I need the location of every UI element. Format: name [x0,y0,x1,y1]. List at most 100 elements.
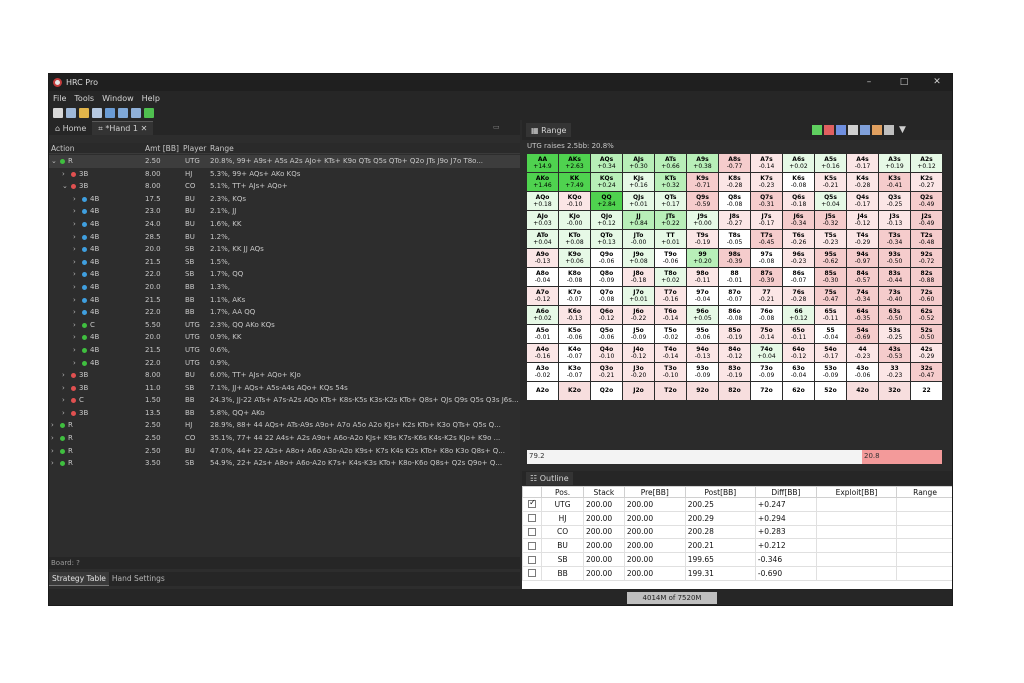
outline-row[interactable]: BU 200.00 200.00 200.21 +0.212 [521,538,952,554]
range-cell[interactable]: J6o -0.22 [623,306,654,324]
tree-row[interactable]: › R 3.50 SB 54.9%, 22+ A2s+ A8o+ A6o-A2o K7s… [49,457,520,470]
open-folder-icon[interactable] [79,107,89,118]
pane-minimize-icon[interactable]: ▭ [493,123,500,131]
range-cell[interactable]: KK +7.49 [559,173,590,191]
range-cell[interactable]: J4o -0.12 [623,344,654,362]
view-blank-icon[interactable] [848,125,858,135]
range-cell[interactable]: A5o -0.01 [527,325,558,343]
menu-help[interactable]: Help [142,94,160,103]
range-cell[interactable]: 94s -0.97 [847,249,878,267]
range-cell[interactable]: 98s -0.39 [719,249,750,267]
range-cell[interactable]: 83o -0.19 [719,363,750,381]
range-cell[interactable]: 85o -0.19 [719,325,750,343]
range-cell[interactable]: K6s -0.08 [783,173,814,191]
range-cell[interactable]: KTo +0.08 [559,230,590,248]
range-cell[interactable]: JTs +0.22 [655,211,686,229]
expand-chevron-icon[interactable]: › [73,359,76,367]
range-cell[interactable]: Q3s -0.25 [879,192,910,210]
outline-col-header[interactable]: Pre[BB] [623,486,686,498]
row-checkbox[interactable] [528,569,537,578]
outline-col-header[interactable]: Diff[BB] [754,486,817,498]
view-color-icon[interactable] [824,125,834,135]
outline-row[interactable]: BB 200.00 200.00 199.31 -0.690 [521,565,952,581]
range-cell[interactable]: 42s -0.29 [911,344,942,362]
range-cell[interactable]: A3s +0.19 [879,154,910,172]
range-cell[interactable]: Q7s -0.31 [751,192,782,210]
tab-outline[interactable]: ☷ Outline [526,471,573,485]
tree-row[interactable]: › 4B 21.5 BB 1.1%, AKs [49,294,520,307]
range-cell[interactable]: 65o -0.11 [783,325,814,343]
outline-col-header[interactable]: Post[BB] [684,486,756,498]
range-cell[interactable]: J2s -0.49 [911,211,942,229]
tab-range[interactable]: ▦ Range [526,123,572,137]
range-cell[interactable]: 72o [751,382,782,400]
view-mix-icon[interactable] [872,125,882,135]
range-cell[interactable]: A2o [527,382,558,400]
range-cell[interactable]: AKs +2.63 [559,154,590,172]
tree-row[interactable]: › 3B 8.00 BU 6.0%, TT+ AJs+ AQo+ KJo [49,369,520,382]
range-cell[interactable]: 64s -0.35 [847,306,878,324]
tree-row[interactable]: › 3B 11.0 SB 7.1%, JJ+ AQs+ A5s-A4s AQo+ KQs… [49,382,520,395]
range-cell[interactable]: KJo -0.00 [559,211,590,229]
range-cell[interactable]: K9s -0.71 [687,173,718,191]
expand-chevron-icon[interactable]: › [51,459,54,467]
range-cell[interactable]: A4s -0.17 [847,154,878,172]
range-cell[interactable]: Q9o -0.06 [591,249,622,267]
range-cell[interactable]: J2o [623,382,654,400]
range-cell[interactable]: Q2o [591,382,622,400]
range-cell[interactable]: Q6s -0.18 [783,192,814,210]
expand-chevron-icon[interactable]: › [51,421,54,429]
range-cell[interactable]: AA +14.9 [527,154,558,172]
outline-row[interactable]: ✓ UTG 200.00 200.00 200.25 +0.247 [521,497,952,512]
range-cell[interactable]: A9o -0.13 [527,249,558,267]
tree-row[interactable]: › 4B 20.0 BB 1.3%, [49,281,520,294]
range-cell[interactable]: T4s -0.29 [847,230,878,248]
tree-row[interactable]: ⌄ 3B 8.00 CO 5.1%, TT+ AJs+ AQo+ [49,180,520,193]
expand-chevron-icon[interactable]: › [73,346,76,354]
outline-col-header[interactable]: Stack [582,486,625,498]
view-mode-icon[interactable] [812,125,822,135]
range-cell[interactable]: ATo +0.04 [527,230,558,248]
expand-chevron-icon[interactable]: › [51,434,54,442]
range-cell[interactable]: 33 -0.23 [879,363,910,381]
range-cell[interactable]: T9s -0.19 [687,230,718,248]
range-cell[interactable]: T2o [655,382,686,400]
tree-row[interactable]: › 4B 22.0 UTG 0.9%, [49,357,520,370]
tree-row[interactable]: ⌄ R 2.50 UTG 20.8%, 99+ A9s+ A5s A2s AJo+ KT… [49,155,520,168]
range-cell[interactable]: A5s +0.16 [815,154,846,172]
range-cell[interactable]: 74o +0.04 [751,344,782,362]
expand-chevron-icon[interactable]: › [62,384,65,392]
range-cell[interactable]: K2s -0.27 [911,173,942,191]
range-cell[interactable]: KTs +0.32 [655,173,686,191]
tree-row[interactable]: › 4B 24.0 BU 1.6%, KK [49,218,520,231]
outline-row[interactable]: HJ 200.00 200.00 200.29 +0.294 [521,510,952,526]
range-cell[interactable]: 93o -0.09 [687,363,718,381]
range-cell[interactable]: ATs +0.66 [655,154,686,172]
expand-chevron-icon[interactable]: › [73,220,76,228]
range-cell[interactable]: 76s -0.28 [783,287,814,305]
range-cell[interactable]: J7o +0.01 [623,287,654,305]
range-cell[interactable]: Q2s -0.49 [911,192,942,210]
expand-chevron-icon[interactable]: › [73,233,76,241]
range-cell[interactable]: KJs +0.16 [623,173,654,191]
range-cell[interactable]: 83s -0.44 [879,268,910,286]
range-cell[interactable]: 86o -0.08 [719,306,750,324]
col-range[interactable]: Range [210,144,234,153]
range-cell[interactable]: Q3o -0.21 [591,363,622,381]
range-cell[interactable]: 96o +0.05 [687,306,718,324]
range-cell[interactable]: T6o -0.14 [655,306,686,324]
range-cell[interactable]: 62s -0.52 [911,306,942,324]
range-cell[interactable]: J4s -0.12 [847,211,878,229]
range-cell[interactable]: A3o -0.02 [527,363,558,381]
range-cell[interactable]: Q5s +0.04 [815,192,846,210]
range-cell[interactable]: Q8o -0.09 [591,268,622,286]
range-cell[interactable]: Q4s -0.17 [847,192,878,210]
tree-row[interactable]: › 4B 21.5 UTG 0.6%, [49,344,520,357]
range-cell[interactable]: AQs +0.34 [591,154,622,172]
minimize-button[interactable]: – [854,74,884,91]
view-bars-icon[interactable] [860,125,870,135]
range-cell[interactable]: 92o [687,382,718,400]
range-cell[interactable]: 82s -0.88 [911,268,942,286]
expand-chevron-icon[interactable]: › [73,245,76,253]
outline-row[interactable]: CO 200.00 200.00 200.28 +0.283 [521,524,952,540]
